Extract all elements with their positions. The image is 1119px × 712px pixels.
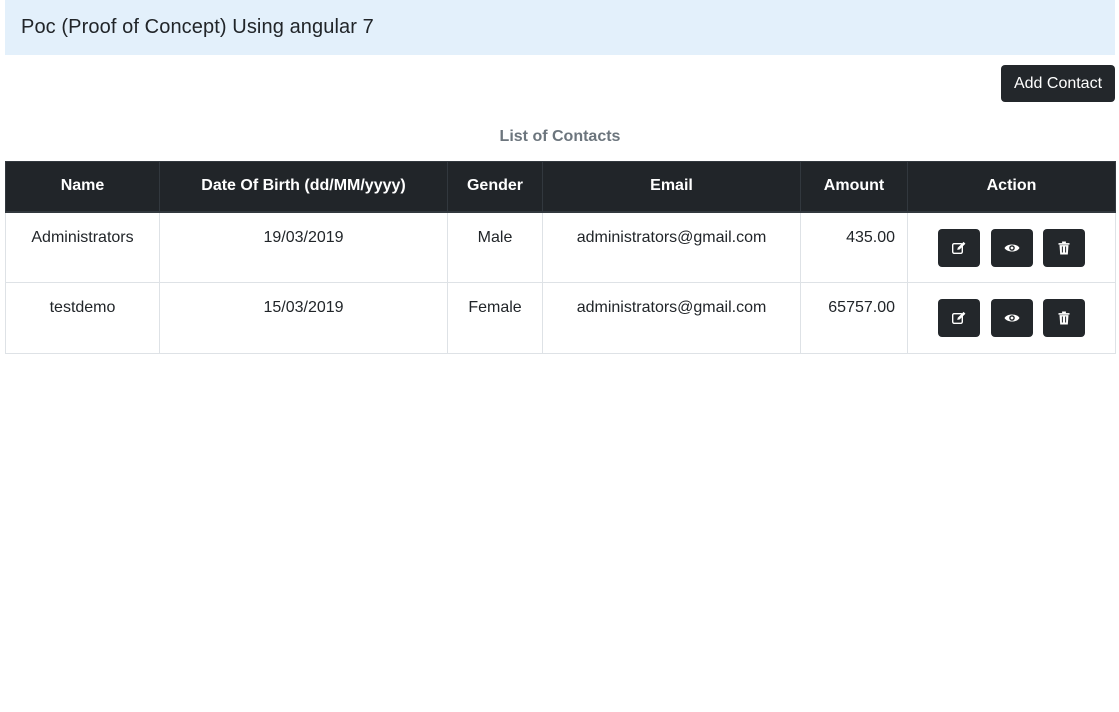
column-header-email: Email xyxy=(542,161,801,213)
cell-gender: Female xyxy=(447,282,543,354)
list-title: List of Contacts xyxy=(499,128,621,145)
cell-dob: 15/03/2019 xyxy=(159,282,448,354)
table-row: testdemo 15/03/2019 Female administrator… xyxy=(5,282,1116,354)
cell-email: administrators@gmail.com xyxy=(542,282,801,354)
delete-button[interactable] xyxy=(1042,299,1085,337)
edit-button[interactable] xyxy=(938,299,981,337)
column-header-dob: Date Of Birth (dd/MM/yyyy) xyxy=(159,161,448,213)
view-button[interactable] xyxy=(990,299,1033,337)
table-row: Administrators 19/03/2019 Male administr… xyxy=(5,211,1116,283)
column-header-action: Action xyxy=(907,161,1116,213)
trash-icon xyxy=(1058,241,1070,254)
column-header-amount: Amount xyxy=(800,161,908,213)
navbar-brand[interactable]: Poc (Proof of Concept) Using angular 7 xyxy=(21,16,374,39)
edit-button[interactable] xyxy=(938,228,981,267)
edit-icon xyxy=(952,311,966,324)
cell-actions xyxy=(907,211,1116,283)
cell-amount: 435.00 xyxy=(800,211,908,283)
delete-button[interactable] xyxy=(1042,228,1085,267)
cell-dob: 19/03/2019 xyxy=(159,211,448,283)
cell-amount: 65757.00 xyxy=(800,282,908,354)
contacts-table: Name Date Of Birth (dd/MM/yyyy) Gender E… xyxy=(5,161,1116,354)
navbar: Poc (Proof of Concept) Using angular 7 xyxy=(5,0,1115,55)
cell-name: Administrators xyxy=(5,211,160,283)
column-header-gender: Gender xyxy=(447,161,543,213)
cell-email: administrators@gmail.com xyxy=(542,211,801,283)
trash-icon xyxy=(1058,311,1070,325)
column-header-name: Name xyxy=(5,161,160,213)
table-header-row: Name Date Of Birth (dd/MM/yyyy) Gender E… xyxy=(5,161,1116,213)
cell-gender: Male xyxy=(447,211,543,283)
view-button[interactable] xyxy=(990,228,1033,267)
eye-icon xyxy=(1004,243,1019,252)
add-contact-button[interactable]: Add Contact xyxy=(1001,65,1115,102)
cell-name: testdemo xyxy=(5,282,160,354)
cell-actions xyxy=(907,282,1116,354)
eye-icon xyxy=(1004,314,1019,322)
edit-icon xyxy=(952,241,966,254)
